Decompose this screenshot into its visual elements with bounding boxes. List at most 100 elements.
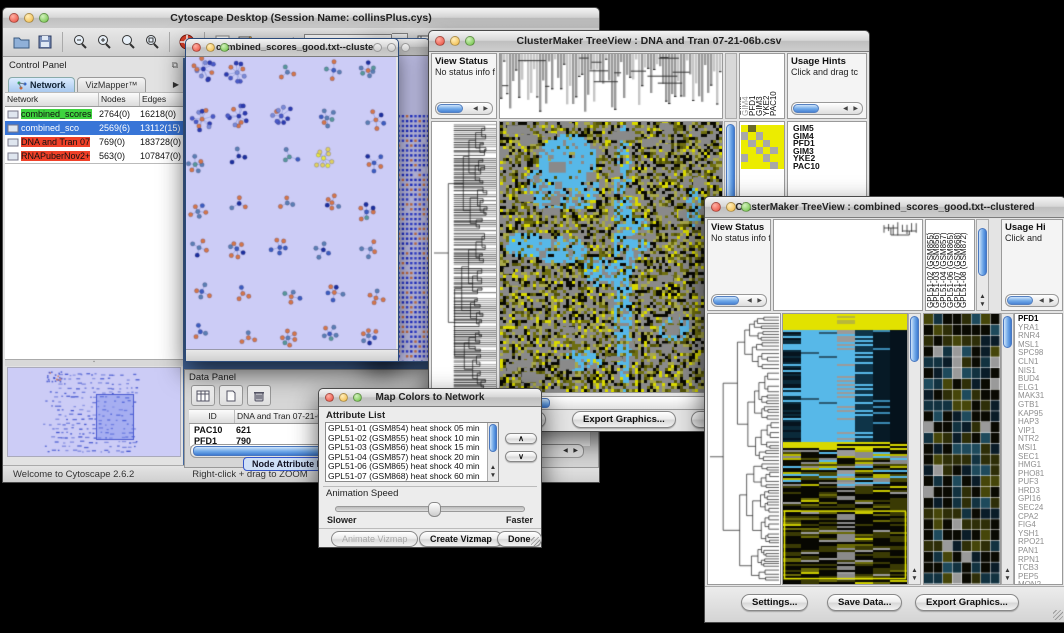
zoom-button[interactable] — [401, 43, 410, 52]
tv1-column-dendrogram-panel[interactable] — [499, 53, 723, 119]
new-attribute-icon[interactable] — [219, 385, 243, 406]
zoom-button[interactable] — [220, 43, 229, 52]
close-button[interactable] — [9, 13, 19, 23]
move-attribute-down-button[interactable]: ∨ — [505, 451, 537, 462]
tv2-save-data-button[interactable]: Save Data... — [827, 594, 902, 611]
network-table-row[interactable]: combined_scores 2764(0) 16218(0) — [5, 107, 183, 121]
zoom-in-icon[interactable] — [93, 31, 115, 53]
network-table-row[interactable]: combined_sco 2569(6) 13112(15) — [5, 121, 183, 135]
minimize-button[interactable] — [726, 202, 736, 212]
minimize-button[interactable] — [387, 43, 396, 52]
tv2-zoom-heatmap-panel[interactable] — [923, 313, 1001, 585]
usage-hints-scrollbar[interactable]: ◀ ▶ — [1005, 294, 1059, 307]
network1-titlebar[interactable]: combined_scores_good.txt--cluste... — [186, 39, 398, 57]
usage-hints-text: Click and drag tc — [788, 67, 866, 77]
zoom-selected-icon[interactable] — [141, 31, 163, 53]
network-table-row[interactable]: DNA and Tran 07 769(0) 183728(0) — [5, 135, 183, 149]
close-button[interactable] — [192, 43, 201, 52]
view-status-scrollbar[interactable]: ◀ ▶ — [435, 102, 493, 115]
tv2-collabel-vscrollbar[interactable]: ▲▼ — [976, 219, 989, 311]
treeview1-title: ClusterMaker TreeView : DNA and Tran 07-… — [429, 35, 869, 47]
minimize-button[interactable] — [450, 36, 460, 46]
create-vizmap-button[interactable]: Create Vizmap — [419, 531, 503, 547]
network-grid-canvas[interactable] — [397, 114, 429, 361]
desktop: Cytoscape Desktop (Session Name: collins… — [0, 0, 1064, 633]
dialog-titlebar[interactable]: Map Colors to Network — [319, 389, 541, 407]
move-attribute-up-button[interactable]: ∧ — [505, 433, 537, 444]
tab-network[interactable]: Network — [8, 77, 75, 92]
minimize-button[interactable] — [24, 13, 34, 23]
zoom-button[interactable] — [39, 13, 49, 23]
zoom-button[interactable] — [465, 36, 475, 46]
control-panel: Control Panel ⧉ Network VizMapper™ ▶ Net… — [5, 58, 184, 466]
network-overview-canvas[interactable] — [7, 367, 181, 457]
view-status-title: View Status — [708, 220, 770, 233]
network1-bottom-scrollbar[interactable] — [186, 349, 398, 361]
zoom-fit-icon[interactable] — [117, 31, 139, 53]
panel-splitter[interactable]: ▪ — [5, 360, 183, 366]
attribute-list-item[interactable]: GPL51-07 (GSM868) heat shock 60 min — [328, 472, 498, 482]
network-table-row[interactable]: RNAPuberNov2+ 563(0) 107847(0) — [5, 149, 183, 163]
tv2-settings-button[interactable]: Settings... — [741, 594, 808, 611]
tv2-gene-list-panel: PFD1YRA1RNR4MSL1SPC98CLN1NIS1BUD4ELG1MAK… — [1014, 313, 1063, 585]
tv2-row-dendrogram-panel[interactable] — [707, 313, 781, 585]
float-panel-icon[interactable]: ⧉ — [172, 60, 183, 71]
tv2-global-vscrollbar[interactable]: ▲▼ — [908, 313, 921, 585]
network-table-header: Network Nodes Edges — [5, 92, 183, 107]
view-status-scrollbar[interactable]: ◀ ▶ — [711, 294, 767, 307]
zoom-button[interactable] — [741, 202, 751, 212]
tab-vizmapper[interactable]: VizMapper™ — [77, 77, 147, 92]
close-button[interactable] — [373, 43, 382, 52]
treeview1-titlebar[interactable]: ClusterMaker TreeView : DNA and Tran 07-… — [429, 31, 869, 52]
close-button[interactable] — [711, 202, 721, 212]
network-tab-icon — [17, 81, 27, 90]
tv1-export-graphics-button[interactable]: Export Graphics... — [572, 411, 676, 428]
tv2-zoom-vscrollbar[interactable]: ▲▼ — [1001, 313, 1014, 585]
tv1-heatmap-panel[interactable] — [499, 121, 723, 393]
slider-thumb[interactable] — [428, 502, 441, 517]
save-session-icon[interactable] — [34, 31, 56, 53]
delete-attribute-trash-icon[interactable] — [247, 385, 271, 406]
minimize-button[interactable] — [339, 393, 348, 402]
close-button[interactable] — [435, 36, 445, 46]
tv1-column-labels-panel: GIM5GIM4PFD1GIM3YKE2PAC10 — [739, 53, 785, 119]
animate-vizmap-button[interactable]: Animate Vizmap — [331, 531, 418, 547]
usage-hints-scrollbar[interactable]: ◀ ▶ — [791, 102, 863, 115]
attribute-listbox[interactable]: GPL51-01 (GSM854) heat shock 05 minGPL51… — [325, 422, 499, 482]
treeview2-titlebar[interactable]: ClusterMaker TreeView : combined_scores_… — [705, 197, 1064, 218]
network-item-icon — [7, 137, 19, 147]
toolbar-separator — [169, 32, 170, 52]
tv1-row-dendrogram-panel[interactable] — [431, 121, 497, 393]
row-label[interactable]: PAC10 — [793, 163, 866, 171]
usage-hints-title: Usage Hi — [1002, 220, 1062, 233]
zoom-out-icon[interactable] — [69, 31, 91, 53]
tv1-view-status-panel: View Status No status info f ◀ ▶ — [431, 53, 497, 119]
resize-grip-icon[interactable] — [1053, 610, 1063, 620]
open-session-icon[interactable] — [10, 31, 32, 53]
view-status-text: No status info f — [708, 233, 770, 243]
minimize-button[interactable] — [206, 43, 215, 52]
tv2-export-graphics-button[interactable]: Export Graphics... — [915, 594, 1019, 611]
main-titlebar[interactable]: Cytoscape Desktop (Session Name: collins… — [3, 8, 599, 29]
gene-label[interactable]: MON2 — [1018, 581, 1062, 585]
tab-overflow-icon[interactable]: ▶ — [173, 80, 179, 89]
tv2-column-labels-panel: GPL51-01 (GSM854)GPL51-02 (GSM855)GPL51-… — [925, 219, 975, 311]
tv1-usage-hints-panel: Usage Hints Click and drag tc ◀ ▶ — [787, 53, 867, 119]
tv2-column-dendrogram-panel[interactable] — [773, 219, 923, 311]
animation-speed-slider[interactable] — [335, 506, 525, 512]
tv2-global-heatmap-panel[interactable] — [782, 313, 908, 585]
zoom-button[interactable] — [353, 393, 362, 402]
dialog-resize-grip-icon[interactable] — [531, 537, 540, 546]
treeview2-title: ClusterMaker TreeView : combined_scores_… — [705, 202, 1064, 213]
data-table-icon[interactable] — [191, 385, 215, 406]
network-item-icon — [7, 123, 19, 133]
tv2-view-status-panel: View Status No status info f ◀ ▶ — [707, 219, 771, 311]
close-button[interactable] — [325, 393, 334, 402]
view-status-title: View Status — [432, 54, 496, 67]
correlation-matrix[interactable] — [741, 125, 785, 169]
attribute-list-label: Attribute List — [326, 410, 385, 421]
network-view-canvas[interactable] — [186, 57, 396, 349]
attribute-list-vscrollbar[interactable]: ▲▼ — [487, 423, 498, 481]
network-item-icon — [7, 151, 19, 161]
hscroll-arrows-icon[interactable]: ◀ ▶ — [563, 447, 580, 454]
